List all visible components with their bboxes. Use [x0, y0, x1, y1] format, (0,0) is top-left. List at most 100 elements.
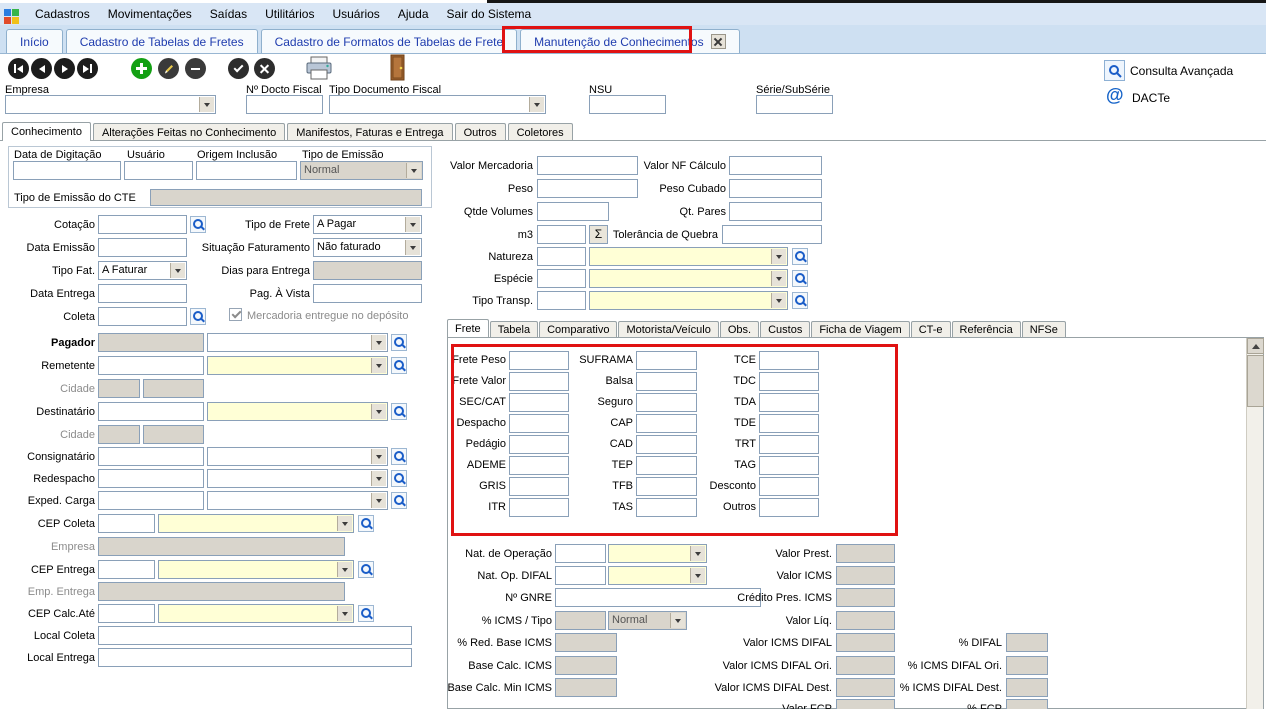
especie-code-input[interactable]	[537, 269, 586, 288]
nat-op-difal-combobox[interactable]	[608, 566, 707, 585]
menu-item-cadastros[interactable]: Cadastros	[26, 7, 99, 21]
pagador-search-icon[interactable]	[391, 334, 407, 351]
destinatario-combobox[interactable]	[207, 402, 388, 421]
chevron-down-icon[interactable]	[529, 97, 544, 112]
menu-item-movimentacoes[interactable]: Movimentações	[99, 7, 201, 21]
cotacao-search-icon[interactable]	[190, 216, 206, 233]
next-record-button[interactable]	[54, 58, 75, 79]
menu-item-sair[interactable]: Sair do Sistema	[438, 7, 541, 21]
edit-record-button[interactable]	[158, 58, 179, 79]
cep-entrega-input[interactable]	[98, 560, 155, 579]
remetente-combobox[interactable]	[207, 356, 388, 375]
redespacho-search-icon[interactable]	[391, 470, 407, 487]
chevron-down-icon[interactable]	[337, 562, 352, 577]
especie-combobox[interactable]	[589, 269, 788, 288]
serie-subserie-input[interactable]	[756, 95, 833, 114]
chevron-down-icon[interactable]	[199, 97, 214, 112]
no-gnre-input[interactable]	[555, 588, 761, 607]
chevron-down-icon[interactable]	[371, 471, 386, 486]
nat-op-difal-input[interactable]	[555, 566, 606, 585]
chevron-down-icon[interactable]	[771, 293, 786, 308]
destinatario-search-icon[interactable]	[391, 403, 407, 420]
tab-motorista-veiculo[interactable]: Motorista/Veículo	[618, 321, 718, 337]
tab-referencia[interactable]: Referência	[952, 321, 1021, 337]
pag-a-vista-input[interactable]	[313, 284, 422, 303]
dacte-label[interactable]: DACTe	[1132, 91, 1170, 105]
nsu-input[interactable]	[589, 95, 666, 114]
tipo-documento-fiscal-combobox[interactable]	[329, 95, 546, 114]
menu-item-usuarios[interactable]: Usuários	[323, 7, 388, 21]
peso-cubado-input[interactable]	[729, 179, 822, 198]
despacho-input[interactable]	[509, 414, 569, 433]
chevron-down-icon[interactable]	[170, 263, 185, 278]
redespacho-combobox[interactable]	[207, 469, 388, 488]
scroll-up-icon[interactable]	[1247, 338, 1264, 354]
itr-input[interactable]	[509, 498, 569, 517]
dacte-at-icon[interactable]: @	[1106, 85, 1124, 106]
consignatario-combobox[interactable]	[207, 447, 388, 466]
tab-comparativo[interactable]: Comparativo	[539, 321, 617, 337]
mercadoria-checkbox[interactable]	[229, 308, 242, 321]
menu-item-utilitarios[interactable]: Utilitários	[256, 7, 323, 21]
tab-conhecimento[interactable]: Conhecimento	[2, 122, 91, 141]
cap-input[interactable]	[636, 414, 697, 433]
cep-coleta-input[interactable]	[98, 514, 155, 533]
tab-custos[interactable]: Custos	[760, 321, 810, 337]
print-button[interactable]	[306, 56, 332, 83]
consignatario-search-icon[interactable]	[391, 448, 407, 465]
chevron-down-icon[interactable]	[337, 606, 352, 621]
cep-calc-ate-combobox[interactable]	[158, 604, 354, 623]
frete-peso-input[interactable]	[509, 351, 569, 370]
scrollbar-thumb[interactable]	[1247, 355, 1264, 407]
exit-button[interactable]	[390, 54, 410, 84]
no-docto-fiscal-input[interactable]	[246, 95, 323, 114]
qt-pares-input[interactable]	[729, 202, 822, 221]
destinatario-code-input[interactable]	[98, 402, 204, 421]
tfb-input[interactable]	[636, 477, 697, 496]
chevron-down-icon[interactable]	[337, 516, 352, 531]
tab-cadastro-tabelas-fretes[interactable]: Cadastro de Tabelas de Fretes	[66, 29, 258, 53]
chevron-down-icon[interactable]	[406, 163, 421, 178]
vertical-scrollbar[interactable]	[1246, 338, 1263, 709]
exped-carga-combobox[interactable]	[207, 491, 388, 510]
natureza-combobox[interactable]	[589, 247, 788, 266]
first-record-button[interactable]	[8, 58, 29, 79]
chevron-down-icon[interactable]	[371, 404, 386, 419]
local-entrega-input[interactable]	[98, 648, 412, 667]
tab-inicio[interactable]: Início	[6, 29, 63, 53]
cancel-button[interactable]	[254, 58, 275, 79]
menu-item-saidas[interactable]: Saídas	[201, 7, 256, 21]
advanced-search-label[interactable]: Consulta Avançada	[1130, 64, 1233, 78]
empresa-combobox[interactable]	[5, 95, 216, 114]
remetente-code-input[interactable]	[98, 356, 204, 375]
nat-de-operacao-combobox[interactable]	[608, 544, 707, 563]
cep-entrega-combobox[interactable]	[158, 560, 354, 579]
tab-frete[interactable]: Frete	[447, 319, 489, 337]
chevron-down-icon[interactable]	[371, 449, 386, 464]
exped-carga-search-icon[interactable]	[391, 492, 407, 509]
tipo-frete-combobox[interactable]: A Pagar	[313, 215, 422, 234]
chevron-down-icon[interactable]	[690, 568, 705, 583]
pagador-code-input[interactable]	[98, 333, 204, 352]
frete-valor-input[interactable]	[509, 372, 569, 391]
sec-cat-input[interactable]	[509, 393, 569, 412]
tce-input[interactable]	[759, 351, 819, 370]
confirm-button[interactable]	[228, 58, 249, 79]
balsa-input[interactable]	[636, 372, 697, 391]
gris-input[interactable]	[509, 477, 569, 496]
natureza-code-input[interactable]	[537, 247, 586, 266]
cep-calc-ate-input[interactable]	[98, 604, 155, 623]
valor-mercadoria-input[interactable]	[537, 156, 638, 175]
tep-input[interactable]	[636, 456, 697, 475]
suframa-input[interactable]	[636, 351, 697, 370]
tolerancia-quebra-input[interactable]	[722, 225, 822, 244]
tda-input[interactable]	[759, 393, 819, 412]
tab-ficha-viagem[interactable]: Ficha de Viagem	[811, 321, 909, 337]
trt-input[interactable]	[759, 435, 819, 454]
exped-carga-code-input[interactable]	[98, 491, 204, 510]
seguro-input[interactable]	[636, 393, 697, 412]
chevron-down-icon[interactable]	[670, 613, 685, 628]
icms-tipo-combobox[interactable]: Normal	[608, 611, 687, 630]
cep-coleta-combobox[interactable]	[158, 514, 354, 533]
tab-manutencao-conhecimentos[interactable]: Manutenção de Conhecimentos	[520, 29, 739, 53]
